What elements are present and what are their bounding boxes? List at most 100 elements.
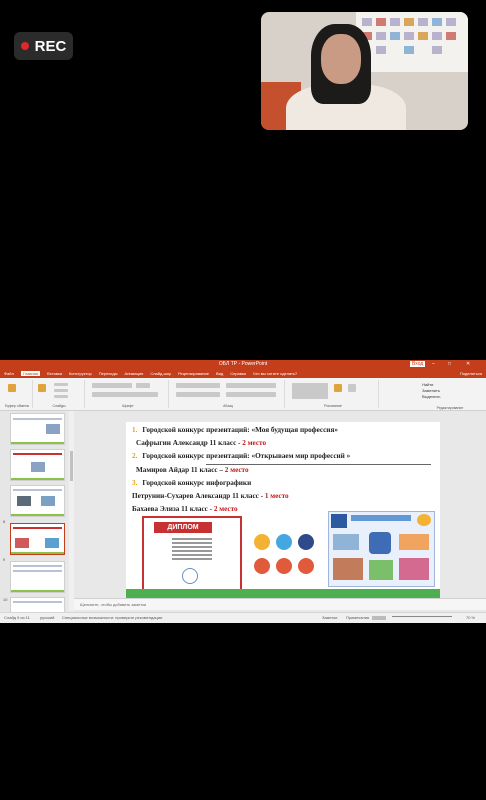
zoom-level[interactable]: 70 % (466, 613, 475, 623)
infographic-poster (328, 511, 435, 587)
smartart-icon[interactable] (226, 392, 276, 397)
paragraph-group: Абзац (172, 380, 285, 408)
slide-thumbnails-pane: 8 9 10 (0, 411, 66, 613)
editing-label: Редактирование (436, 406, 464, 410)
place-text: 2 место (224, 466, 249, 474)
diploma-heading: ДИПЛОМ (154, 522, 212, 533)
replace-button[interactable]: Заменить (422, 388, 440, 393)
recording-indicator: REC (14, 32, 73, 60)
align-buttons[interactable] (176, 392, 220, 397)
accessibility-status[interactable]: Специальные возможности: проверьте реком… (62, 613, 162, 623)
contest-title: Городской конкурс презентаций: «Открывае… (142, 452, 351, 460)
font-group: Шрифт (88, 380, 169, 408)
signin-button[interactable]: Вход (410, 361, 426, 367)
slide-number: 8 (3, 519, 6, 524)
font-format-buttons[interactable] (92, 392, 158, 397)
slide-thumbnail[interactable] (10, 561, 65, 593)
menu-slideshow[interactable]: Слайд-шоу (150, 371, 171, 376)
profession-icon (254, 534, 270, 550)
whiteboard (356, 12, 468, 72)
clipboard-label: Буфер обмена (5, 404, 29, 408)
slide-thumbnail[interactable] (10, 485, 65, 517)
share-button[interactable]: Поделиться (460, 371, 482, 376)
menu-insert[interactable]: Вставка (47, 371, 62, 376)
minimize-icon[interactable]: – (432, 361, 435, 367)
list-buttons[interactable] (176, 383, 220, 388)
profession-icon (298, 534, 314, 550)
status-bar: Слайд 9 из 11 русский Специальные возмож… (0, 612, 486, 623)
language-indicator[interactable]: русский (40, 613, 54, 623)
drawing-group: Рисование (288, 380, 379, 408)
winner-name: Мамиров Айдар 11 класс – (136, 466, 225, 474)
seal-icon (182, 568, 198, 584)
slides-group: Слайды (34, 380, 85, 408)
profession-icon (298, 558, 314, 574)
record-dot-icon (20, 42, 29, 50)
quick-styles-icon[interactable] (348, 384, 356, 392)
contest-title: Городской конкурс инфографики (142, 479, 252, 487)
menu-view[interactable]: Вид (216, 371, 223, 376)
menu-bar: Файл Главная Вставка Конструктор Переход… (0, 369, 486, 378)
recording-label: REC (34, 37, 67, 55)
slide-counter: Слайд 9 из 11 (4, 615, 30, 620)
slide-line-1: 1. Городской конкурс презентаций: «Моя бу… (132, 426, 338, 434)
reset-icon[interactable] (54, 389, 68, 392)
slide-line-6: Петрунин-Сухарев Александр 11 класс - 1 … (132, 492, 289, 500)
slide-thumbnail[interactable] (10, 449, 65, 481)
profession-icon (276, 534, 292, 550)
place-text: 1 место (264, 492, 289, 500)
presenter-face (321, 34, 361, 84)
menu-animation[interactable]: Анимация (125, 371, 144, 376)
list-number: 3. (132, 479, 138, 487)
font-label: Шрифт (122, 404, 134, 408)
place-text: 2 место (242, 439, 267, 447)
clipboard-group: Буфер обмена (2, 380, 33, 408)
menu-help[interactable]: Справка (230, 371, 246, 376)
menu-transitions[interactable]: Переходы (99, 371, 118, 376)
menu-design[interactable]: Конструктор (69, 371, 92, 376)
arrange-icon[interactable] (334, 384, 342, 392)
zoom-slider[interactable] (392, 616, 452, 617)
notes-button[interactable]: Заметки (322, 613, 337, 623)
menu-home[interactable]: Главная (20, 371, 41, 376)
slide-line-2: Сафрыгин Александр 11 класс - 2 место (136, 439, 266, 447)
font-name-select[interactable] (92, 383, 132, 388)
menu-review[interactable]: Рецензирование (178, 371, 209, 376)
paste-icon[interactable] (8, 384, 16, 392)
slide-thumbnail[interactable] (10, 413, 65, 445)
slide-line-5: 3. Городской конкурс инфографики (132, 479, 251, 487)
shapes-gallery[interactable] (292, 383, 328, 399)
text-direction-icon[interactable] (226, 383, 276, 388)
slides-label: Слайды (52, 404, 66, 408)
notes-pane[interactable]: Щелкните, чтобы добавить заметки (74, 598, 486, 610)
select-button[interactable]: Выделить (422, 394, 440, 399)
normal-view-icon[interactable] (372, 616, 386, 620)
webcam-video (261, 12, 468, 130)
slide-number: 10 (3, 597, 8, 602)
section-icon[interactable] (54, 395, 68, 398)
comments-button[interactable]: Примечания (346, 613, 369, 623)
menu-file[interactable]: Файл (4, 371, 14, 376)
contest-title: Городской конкурс презентаций: «Моя буду… (142, 426, 338, 434)
slide-footer-bar (126, 589, 440, 598)
winner-name: Бахаева Элиза 11 класс - (132, 505, 214, 513)
title-bar: ОБЛ ТР - PowerPoint Вход – □ ✕ (0, 360, 486, 369)
close-icon[interactable]: ✕ (466, 361, 470, 367)
winner-name: Сафрыгин Александр 11 класс - (136, 439, 243, 447)
layout-icon[interactable] (54, 383, 68, 386)
list-number: 1. (132, 426, 138, 434)
slide-thumbnail-selected[interactable] (10, 523, 65, 555)
winner-name: Петрунин-Сухарев Александр 11 класс - (132, 492, 265, 500)
ribbon: Буфер обмена Слайды Шрифт Абзац Рисовани… (0, 378, 486, 411)
maximize-icon[interactable]: □ (448, 361, 451, 367)
new-slide-icon[interactable] (38, 384, 46, 392)
font-size-select[interactable] (136, 383, 150, 388)
profession-icon (254, 558, 270, 574)
tell-me-search[interactable]: Что вы хотите сделать? (253, 371, 297, 376)
find-button[interactable]: Найти (422, 382, 433, 387)
slide-line-3: 2. Городской конкурс презентаций: «Открыв… (132, 452, 350, 460)
slide-thumbnail[interactable] (10, 597, 65, 613)
current-slide[interactable]: 1. Городской конкурс презентаций: «Моя бу… (126, 422, 440, 598)
diploma-image: ДИПЛОМ (142, 516, 242, 592)
list-number: 2. (132, 452, 138, 460)
